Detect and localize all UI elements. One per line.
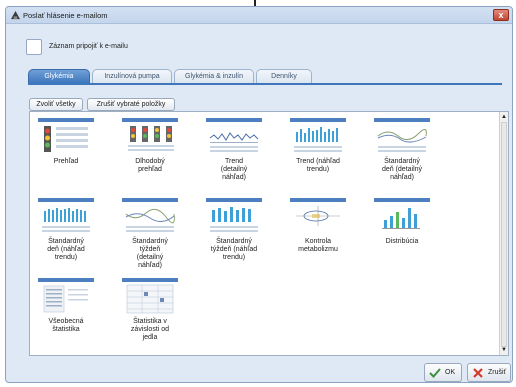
ok-label: OK (445, 369, 456, 376)
attach-label: Záznam pripojiť k e-mailu (49, 43, 128, 50)
email-report-dialog: Poslať hlásenie e-mailom x Záznam pripoj… (5, 6, 513, 383)
report-label: Štandardný týždeň (detailný náhľad) (132, 238, 168, 269)
check-icon (429, 368, 441, 378)
standard-day-detail-icon (377, 129, 427, 152)
report-label: Distribúcia (385, 238, 419, 245)
report-label: Trend (detailný náhľad) (220, 158, 248, 181)
standard-week-trend-icon (210, 207, 258, 232)
report-trend-detail[interactable]: Trend (detailný náhľad) (204, 118, 264, 182)
scroll-up-icon[interactable]: ▲ (501, 114, 507, 120)
report-label: Štandardný týždeň (náhľad trendu) (210, 238, 258, 261)
report-metabolism[interactable]: Kontrola metabolizmu (288, 198, 348, 254)
attach-checkbox[interactable] (26, 39, 42, 55)
report-standard-week-detail[interactable]: Štandardný týždeň (detailný náhľad) (120, 198, 180, 270)
meal-stats-icon (126, 284, 174, 314)
cancel-button[interactable]: Zrušiť (467, 363, 511, 382)
report-standard-week-trend[interactable]: Štandardný týždeň (náhľad trendu) (204, 198, 264, 262)
report-general-stats[interactable]: Všeobecná štatistika (36, 278, 96, 334)
report-prehlad[interactable]: Prehľad (36, 118, 96, 166)
report-label: Trend (náhľad trendu) (296, 158, 340, 173)
vertical-scrollbar[interactable]: ▲ ▼ (499, 112, 508, 355)
report-label: Štandardný deň (náhľad trendu) (47, 238, 85, 261)
app-icon (11, 11, 20, 20)
ok-button[interactable]: OK (424, 363, 462, 382)
report-label: Prehľad (53, 158, 79, 165)
title-bar: Poslať hlásenie e-mailom x (6, 7, 512, 24)
report-trend-view[interactable]: Trend (náhľad trendu) (288, 118, 348, 174)
report-distribution[interactable]: Distribúcia (372, 198, 432, 246)
tab-underline (28, 83, 502, 85)
deselect-button[interactable]: Zrušiť vybraté položky (87, 98, 175, 111)
window-title: Poslať hlásenie e-mailom (23, 11, 108, 20)
report-meal-stats[interactable]: Štatistika v závislosti od jedla (120, 278, 180, 342)
traffic-light-grid-icon (44, 126, 88, 152)
metabolism-icon (296, 206, 340, 226)
report-label: Všeobecná štatistika (48, 318, 84, 333)
report-label: Štandardný deň (detailný náhľad) (381, 158, 423, 181)
tab-insulin-pump[interactable]: Inzulínová pumpa (92, 69, 172, 83)
report-label: Dlhodobý prehľad (135, 158, 165, 173)
report-label: Štatistika v závislosti od jedla (130, 318, 170, 341)
cancel-label: Zrušiť (488, 369, 507, 376)
report-standard-day-detail[interactable]: Štandardný deň (detailný náhľad) (372, 118, 432, 182)
traffic-light-row-icon (128, 126, 174, 151)
close-icon: x (498, 10, 504, 20)
general-stats-icon (43, 285, 88, 313)
report-list: ▲ ▼ Prehľad Dlhodobý prehľad Trend (deta… (29, 111, 509, 356)
tab-glykemia[interactable]: Glykémia (28, 69, 90, 83)
distribution-icon (382, 208, 420, 229)
standard-week-detail-icon (125, 208, 175, 232)
scroll-thumb[interactable] (501, 122, 507, 347)
close-button[interactable]: x (493, 9, 509, 21)
report-label: Kontrola metabolizmu (298, 238, 338, 253)
tab-glycemia-insulin[interactable]: Glykémia & inzulín (174, 69, 254, 83)
scroll-down-icon[interactable]: ▼ (501, 347, 507, 353)
report-dlhodoby-prehlad[interactable]: Dlhodobý prehľad (120, 118, 180, 174)
select-all-button[interactable]: Zvoliť všetky (29, 98, 83, 111)
trend-detail-icon (209, 132, 259, 152)
cancel-x-icon (473, 368, 483, 378)
trend-bars-icon (294, 127, 342, 152)
report-standard-day-trend[interactable]: Štandardný deň (náhľad trendu) (36, 198, 96, 262)
standard-day-trend-icon (42, 208, 90, 232)
tab-logbooks[interactable]: Denníky (256, 69, 312, 83)
